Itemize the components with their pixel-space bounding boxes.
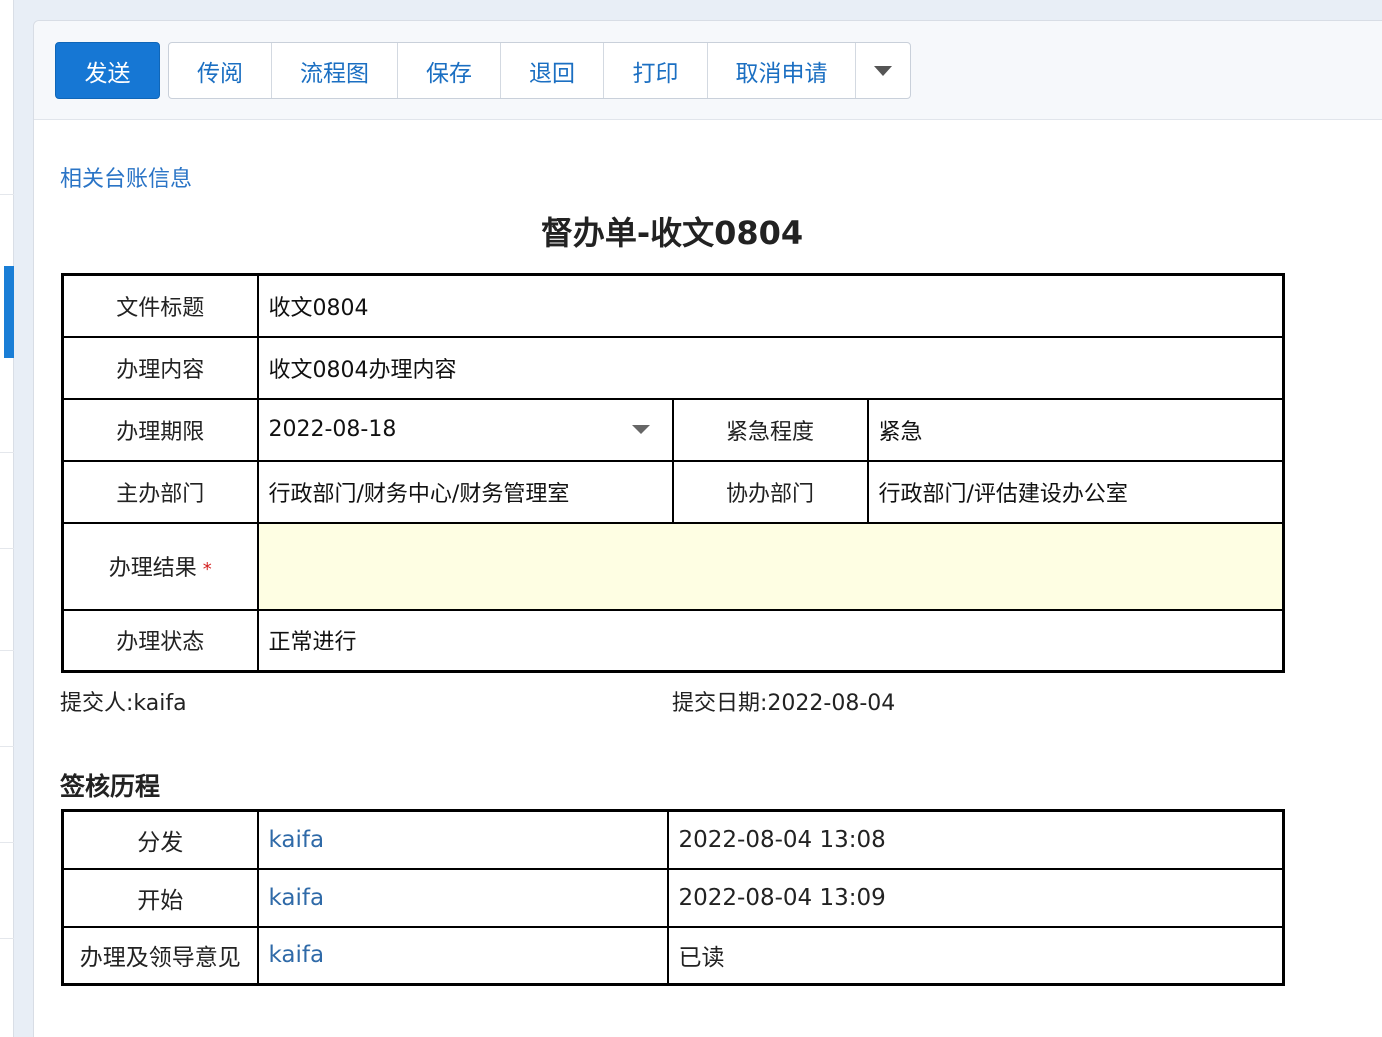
deadline-value: 2022-08-18 [268, 417, 397, 442]
page-title: 督办单-收文0804 [540, 214, 804, 252]
related-ledger-link[interactable]: 相关台账信息 [60, 161, 192, 193]
return-button[interactable]: 退回 [501, 43, 604, 98]
flowchart-button[interactable]: 流程图 [272, 43, 398, 98]
history-step: 开始 [61, 867, 259, 928]
lead-dept-label: 主办部门 [61, 459, 259, 524]
chevron-down-icon [874, 65, 892, 76]
more-actions-button[interactable] [856, 43, 910, 98]
history-time: 2022-08-04 13:08 [666, 809, 1285, 870]
history-step: 办理及领导意见 [61, 925, 259, 986]
circulate-button[interactable]: 传阅 [169, 43, 272, 98]
action-button-group: 传阅 流程图 保存 退回 打印 取消申请 [168, 42, 911, 99]
save-button[interactable]: 保存 [398, 43, 501, 98]
lead-dept-value: 行政部门/财务中心/财务管理室 [256, 459, 674, 524]
submit-date-label: 提交日期: [672, 691, 768, 716]
deadline-field[interactable]: 2022-08-18 [256, 397, 674, 462]
table-row: 分发 kaifa 2022-08-04 13:08 [61, 809, 1285, 870]
history-user[interactable]: kaifa [256, 809, 669, 870]
result-input[interactable] [256, 521, 1285, 611]
doc-title-label: 文件标题 [61, 273, 259, 338]
history-time: 2022-08-04 13:09 [666, 867, 1285, 928]
history-user[interactable]: kaifa [256, 867, 669, 928]
assist-dept-label: 协办部门 [671, 459, 869, 524]
supervision-form: 文件标题 收文0804 办理内容 收文0804办理内容 办理期限 2022-08… [61, 273, 1285, 673]
table-row: 办理及领导意见 kaifa 已读 [61, 925, 1285, 986]
deadline-label: 办理期限 [61, 397, 259, 462]
status-label: 办理状态 [61, 608, 259, 673]
cancel-request-button[interactable]: 取消申请 [708, 43, 856, 98]
content-label: 办理内容 [61, 335, 259, 400]
nav-divider [0, 746, 14, 747]
doc-title-value: 收文0804 [256, 273, 1285, 338]
submitter-info: 提交人:kaifa [60, 685, 187, 717]
approval-history-table: 分发 kaifa 2022-08-04 13:08 开始 kaifa 2022-… [61, 809, 1285, 986]
submitter-label: 提交人: [60, 691, 134, 716]
nav-divider [0, 548, 14, 549]
dropdown-caret-icon[interactable] [631, 425, 650, 434]
result-label: 办理结果 * [61, 521, 259, 611]
left-nav-strip [0, 0, 14, 1037]
history-section-title: 签核历程 [60, 772, 161, 801]
nav-divider [0, 938, 14, 939]
nav-active-indicator[interactable] [4, 266, 14, 358]
print-button[interactable]: 打印 [604, 43, 708, 98]
history-step: 分发 [61, 809, 259, 870]
nav-divider [0, 194, 14, 195]
urgency-value: 紧急 [866, 397, 1285, 462]
nav-divider [0, 842, 14, 843]
result-label-text: 办理结果 [108, 556, 197, 581]
history-user[interactable]: kaifa [256, 925, 669, 986]
nav-divider [0, 452, 14, 453]
submitter-value: kaifa [133, 691, 187, 716]
content-value: 收文0804办理内容 [256, 335, 1285, 400]
nav-divider [0, 650, 14, 651]
main-panel: 发送 传阅 流程图 保存 退回 打印 取消申请 相关台账信息 督办单-收文080… [33, 20, 1382, 1037]
required-marker: * [202, 559, 212, 580]
urgency-label: 紧急程度 [671, 397, 869, 462]
history-status: 已读 [666, 925, 1285, 986]
send-button[interactable]: 发送 [55, 42, 160, 99]
status-value: 正常进行 [256, 608, 1285, 673]
assist-dept-value: 行政部门/评估建设办公室 [866, 459, 1285, 524]
toolbar: 发送 传阅 流程图 保存 退回 打印 取消申请 [34, 21, 1382, 120]
submit-date-value: 2022-08-04 [767, 691, 896, 716]
submit-date-info: 提交日期:2022-08-04 [672, 685, 895, 717]
table-row: 开始 kaifa 2022-08-04 13:09 [61, 867, 1285, 928]
